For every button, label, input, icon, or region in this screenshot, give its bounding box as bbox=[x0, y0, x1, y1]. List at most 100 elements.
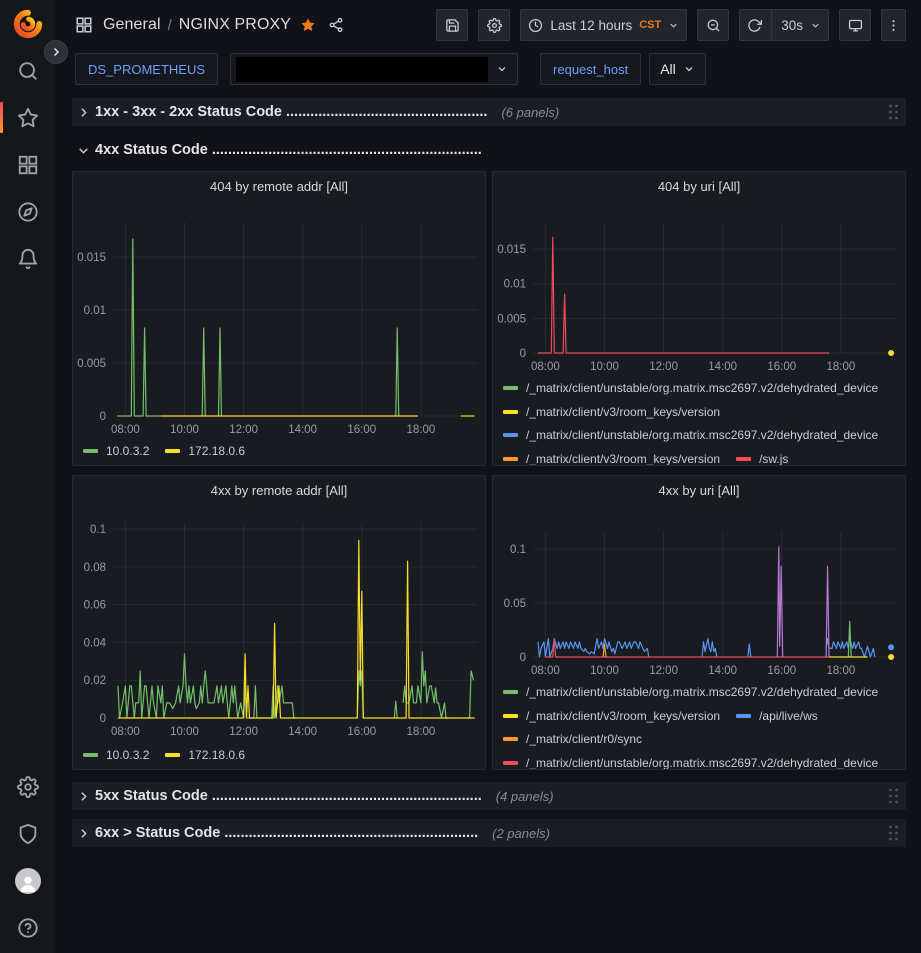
sidebar-item-explore[interactable] bbox=[0, 188, 55, 235]
y-axis-label: 0.005 bbox=[77, 358, 106, 370]
shield-icon bbox=[17, 823, 39, 845]
legend-item[interactable]: /_matrix/client/r0/sync bbox=[503, 732, 642, 747]
time-range-picker[interactable]: Last 12 hours CST bbox=[520, 9, 687, 41]
legend-swatch bbox=[503, 761, 518, 765]
sidebar-item-alerting[interactable] bbox=[0, 235, 55, 282]
row-6xx[interactable]: 6xx > Status Code ......................… bbox=[72, 819, 906, 847]
apps-icon bbox=[75, 16, 93, 34]
sidebar-item-help[interactable] bbox=[0, 904, 55, 951]
x-axis-label: 18:00 bbox=[826, 361, 855, 373]
chevron-down-icon bbox=[810, 20, 821, 31]
legend-item[interactable]: /_matrix/client/unstable/org.matrix.msc2… bbox=[503, 756, 878, 770]
sidebar-item-server-admin[interactable] bbox=[0, 810, 55, 857]
legend-label: /_matrix/client/unstable/org.matrix.msc2… bbox=[526, 756, 878, 769]
sidebar-item-starred[interactable] bbox=[0, 94, 55, 141]
y-axis-label: 0.015 bbox=[77, 252, 106, 264]
row-4xx[interactable]: 4xx Status Code ........................… bbox=[72, 136, 906, 164]
sidebar-item-configuration[interactable] bbox=[0, 763, 55, 810]
panel-title[interactable]: 404 by remote addr [All] bbox=[73, 179, 485, 194]
legend-item[interactable]: /_matrix/client/unstable/org.matrix.msc2… bbox=[503, 685, 878, 700]
save-dashboard-button[interactable] bbox=[436, 9, 468, 41]
series-line bbox=[538, 237, 829, 353]
zoom-out-button[interactable] bbox=[697, 9, 729, 41]
row-1xx-3xx-2xx[interactable]: 1xx - 3xx - 2xx Status Code ............… bbox=[72, 98, 906, 126]
breadcrumb-separator: / bbox=[168, 17, 172, 34]
legend-item[interactable]: /_matrix/client/v3/room_keys/version bbox=[503, 452, 720, 466]
legend-item[interactable]: /api/live/ws bbox=[736, 709, 818, 724]
more-options-button[interactable] bbox=[881, 9, 906, 41]
toolbar: Last 12 hours CST 30s bbox=[436, 9, 906, 41]
favorite-star-icon[interactable] bbox=[300, 17, 316, 33]
row-drag-handle[interactable] bbox=[888, 825, 899, 842]
variable-ds-prometheus-select[interactable] bbox=[230, 53, 518, 85]
x-axis-label: 14:00 bbox=[708, 665, 737, 677]
legend-item[interactable]: /_matrix/client/unstable/org.matrix.msc2… bbox=[503, 381, 878, 396]
legend-label: 10.0.3.2 bbox=[106, 444, 149, 458]
x-axis-label: 16:00 bbox=[767, 665, 796, 677]
legend-label: /_matrix/client/unstable/org.matrix.msc2… bbox=[526, 428, 878, 442]
legend-swatch bbox=[503, 433, 518, 437]
legend-item[interactable]: 10.0.3.2 bbox=[83, 444, 149, 459]
y-axis-label: 0.1 bbox=[90, 524, 106, 536]
variable-ds-prometheus-label[interactable]: DS_PROMETHEUS bbox=[75, 53, 218, 85]
x-axis-label: 08:00 bbox=[531, 361, 560, 373]
row-panel-count: (6 panels) bbox=[501, 105, 559, 120]
sidebar-item-profile[interactable] bbox=[0, 857, 55, 904]
y-axis-label: 0.01 bbox=[84, 305, 106, 317]
grafana-logo[interactable] bbox=[13, 9, 43, 39]
legend-item[interactable]: /_matrix/client/v3/room_keys/version bbox=[503, 709, 720, 724]
row-title: 6xx > Status Code ......................… bbox=[95, 825, 478, 841]
legend-item[interactable]: /_matrix/client/unstable/org.matrix.msc2… bbox=[503, 428, 878, 443]
tv-monitor-icon bbox=[848, 18, 863, 33]
legend-swatch bbox=[503, 410, 518, 414]
legend-swatch bbox=[503, 386, 518, 390]
dashboard-title[interactable]: NGINX PROXY bbox=[179, 16, 291, 34]
panel-title[interactable]: 4xx by uri [All] bbox=[493, 483, 905, 498]
x-axis-label: 12:00 bbox=[649, 665, 678, 677]
legend-swatch bbox=[83, 753, 98, 757]
cycle-view-mode-button[interactable] bbox=[839, 9, 871, 41]
row-drag-handle[interactable] bbox=[888, 788, 899, 805]
sidebar-expand-button[interactable] bbox=[44, 40, 68, 64]
gear-icon bbox=[17, 776, 39, 798]
variable-request-host-select[interactable]: All bbox=[649, 53, 706, 85]
series-line bbox=[396, 328, 399, 416]
chevron-right-icon bbox=[77, 790, 90, 803]
x-axis-label: 18:00 bbox=[406, 424, 435, 436]
breadcrumb-folder[interactable]: General bbox=[103, 16, 161, 34]
x-axis-label: 16:00 bbox=[767, 361, 796, 373]
series-line bbox=[467, 671, 474, 718]
sidebar-item-dashboards[interactable] bbox=[0, 141, 55, 188]
legend-swatch bbox=[83, 449, 98, 453]
row-5xx[interactable]: 5xx Status Code ........................… bbox=[72, 782, 906, 810]
legend-item[interactable]: 172.18.0.6 bbox=[165, 444, 245, 459]
star-icon bbox=[17, 107, 39, 129]
share-icon[interactable] bbox=[328, 17, 344, 33]
legend-item[interactable]: 172.18.0.6 bbox=[165, 748, 245, 763]
search-icon bbox=[17, 60, 39, 82]
y-axis-label: 0.05 bbox=[504, 598, 526, 610]
panel-title[interactable]: 404 by uri [All] bbox=[493, 179, 905, 194]
y-axis-label: 0 bbox=[520, 652, 526, 664]
legend-label: /_matrix/client/unstable/org.matrix.msc2… bbox=[526, 685, 878, 699]
save-icon bbox=[445, 18, 460, 33]
x-axis-label: 10:00 bbox=[170, 424, 199, 436]
legend-swatch bbox=[503, 714, 518, 718]
panel-title[interactable]: 4xx by remote addr [All] bbox=[73, 483, 485, 498]
legend-item[interactable]: 10.0.3.2 bbox=[83, 748, 149, 763]
series-line bbox=[117, 239, 161, 416]
y-axis-label: 0 bbox=[100, 411, 106, 423]
refresh-picker[interactable]: 30s bbox=[739, 9, 829, 41]
legend-item[interactable]: /sw.js bbox=[736, 452, 788, 466]
legend-swatch bbox=[165, 753, 180, 757]
row-drag-handle[interactable] bbox=[888, 104, 899, 121]
dashboard-settings-button[interactable] bbox=[478, 9, 510, 41]
panels-grid: 404 by remote addr [All] 00.0050.010.015… bbox=[72, 171, 906, 770]
legend-item[interactable]: /_matrix/client/v3/room_keys/version bbox=[503, 405, 720, 420]
chevron-down-icon bbox=[683, 63, 695, 75]
variable-request-host-label[interactable]: request_host bbox=[540, 53, 641, 85]
series-line bbox=[748, 644, 751, 657]
chart-svg: 00.0050.010.01508:0010:0012:0014:0016:00… bbox=[493, 172, 905, 379]
sidebar-bottom-group bbox=[0, 763, 55, 953]
chevron-right-icon bbox=[77, 827, 90, 840]
